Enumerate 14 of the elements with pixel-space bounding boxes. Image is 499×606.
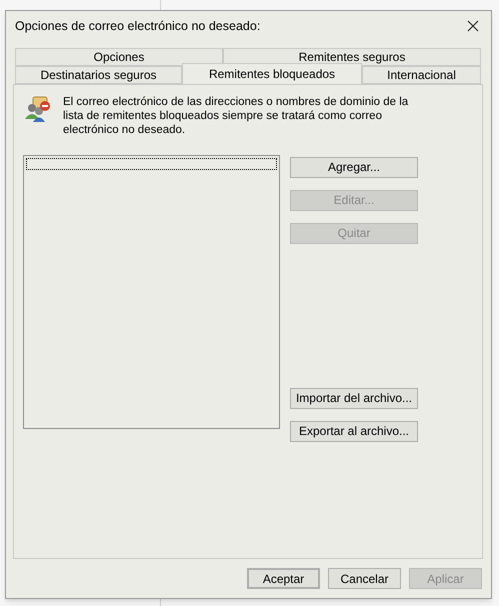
description-text: El correo electrónico de las direcciones o nombres de dominio de la lista de remitentes bloqueados siempre se tratará como correo electrónico no deseado. xyxy=(63,95,410,137)
dialog-button[interactable]: Cancelar xyxy=(328,568,401,589)
tab[interactable]: Opciones xyxy=(15,48,223,66)
default-button[interactable]: Aceptar xyxy=(247,568,320,589)
people-blocked-icon xyxy=(23,95,51,123)
tab[interactable]: Internacional xyxy=(362,66,481,84)
tab[interactable]: Destinatarios seguros xyxy=(15,66,182,84)
tab[interactable]: Remitentes bloqueados xyxy=(182,63,362,84)
dialog-button[interactable]: Agregar... xyxy=(290,156,418,178)
tab[interactable]: Remitentes seguros xyxy=(223,48,481,66)
dialog-button[interactable]: Exportar al archivo... xyxy=(290,420,418,442)
dialog-button[interactable]: Importar del archivo... xyxy=(290,388,418,408)
close-icon[interactable] xyxy=(467,20,479,32)
window-title: Opciones de correo electrónico no deseado: xyxy=(15,18,260,35)
